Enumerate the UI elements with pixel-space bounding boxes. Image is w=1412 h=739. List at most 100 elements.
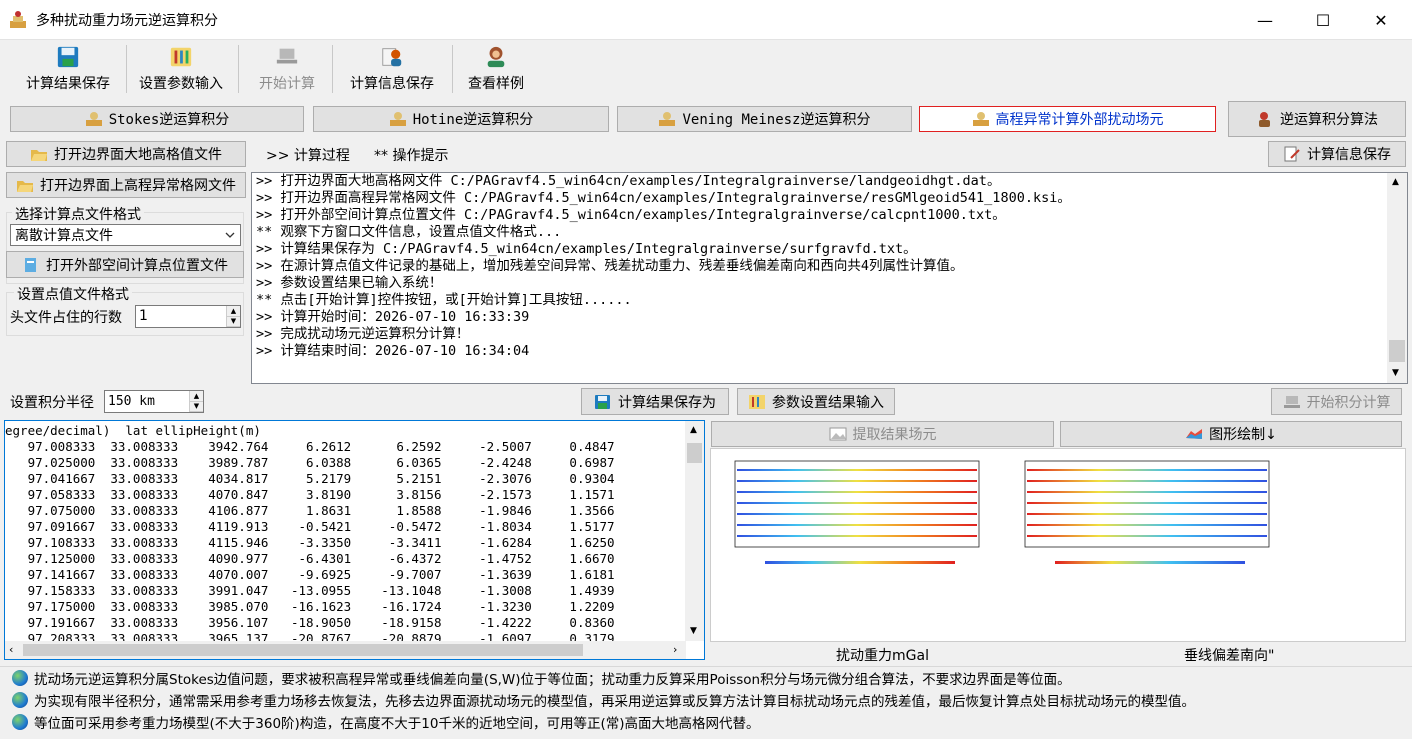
tab-stokes[interactable]: Stokes逆运算积分 bbox=[10, 106, 304, 132]
scroll-thumb[interactable] bbox=[23, 644, 583, 656]
notes-icon bbox=[1284, 146, 1300, 162]
log-tab-hint[interactable]: ** 操作提示 bbox=[374, 145, 448, 165]
table-row[interactable]: 97.108333 33.008333 4115.946 -3.3350 -3.… bbox=[5, 535, 685, 551]
table-row[interactable]: 97.041667 33.008333 4034.817 5.2179 5.21… bbox=[5, 471, 685, 487]
log-lines: >> 打开边界面大地高格网文件 C:/PAGravf4.5_win64cn/ex… bbox=[252, 173, 1407, 360]
data-table: egree/decimal) lat ellipHeight(m) 97.008… bbox=[5, 423, 685, 647]
scroll-up-icon[interactable]: ▲ bbox=[1392, 177, 1399, 187]
toolbar: 计算结果保存 设置参数输入 开始计算 计算信息保存 查看样例 bbox=[0, 41, 1412, 97]
table-row[interactable]: 97.125000 33.008333 4090.977 -6.4301 -6.… bbox=[5, 551, 685, 567]
tab-height-anomaly[interactable]: 高程异常计算外部扰动场元 bbox=[919, 106, 1216, 132]
log-line: >> 参数设置结果已输入系统！ bbox=[256, 275, 443, 291]
button-label: 提取结果场元 bbox=[852, 427, 937, 443]
point-format-label: 设置点值文件格式 bbox=[14, 284, 132, 304]
table-row[interactable]: 97.058333 33.008333 4070.847 3.8190 3.81… bbox=[5, 487, 685, 503]
log-panel[interactable]: >> 打开边界面大地高格网文件 C:/PAGravf4.5_win64cn/ex… bbox=[251, 172, 1408, 384]
chevron-down-icon bbox=[225, 232, 235, 238]
minimize-button[interactable]: — bbox=[1236, 0, 1294, 40]
table-row[interactable]: 97.075000 33.008333 4106.877 1.8631 1.85… bbox=[5, 503, 685, 519]
spin-down-icon[interactable]: ▼ bbox=[227, 316, 240, 327]
globe-icon bbox=[12, 692, 28, 708]
toolbar-separator bbox=[238, 45, 239, 93]
title-bar: 多种扰动重力场元逆运算积分 — ☐ ✕ bbox=[0, 0, 1412, 40]
save-results-tool-button[interactable]: 计算结果保存 bbox=[14, 45, 122, 97]
tab-label: Stokes逆运算积分 bbox=[108, 112, 230, 128]
tab-vening-meinesz[interactable]: Vening Meinesz逆运算积分 bbox=[617, 106, 912, 132]
format-select-value: 离散计算点文件 bbox=[15, 228, 113, 244]
table-row[interactable]: 97.008333 33.008333 3942.764 6.2612 6.25… bbox=[5, 439, 685, 455]
tab-label: 高程异常计算外部扰动场元 bbox=[995, 112, 1164, 128]
table-row[interactable]: 97.025000 33.008333 3989.787 6.0388 6.03… bbox=[5, 455, 685, 471]
view-examples-tool-button[interactable]: 查看样例 bbox=[458, 45, 534, 97]
scroll-up-icon[interactable]: ▲ bbox=[690, 425, 697, 435]
spin-up-icon[interactable]: ▲ bbox=[227, 306, 240, 317]
algorithm-button[interactable]: 逆运算积分算法 bbox=[1228, 101, 1406, 137]
laptop-icon bbox=[276, 48, 298, 64]
globe-icon bbox=[12, 714, 28, 730]
plot-button[interactable]: 图形绘制↓ bbox=[1060, 421, 1402, 447]
status-text: 扰动场元逆运算积分属Stokes边值问题，要求被积高程异常或垂线偏差向量(S,W… bbox=[34, 672, 1071, 688]
save-as-button[interactable]: 计算结果保存为 bbox=[581, 388, 729, 415]
floppy-disk-icon bbox=[57, 46, 79, 68]
spin-up-icon[interactable]: ▲ bbox=[190, 391, 203, 402]
data-table-panel[interactable]: egree/decimal) lat ellipHeight(m) 97.008… bbox=[4, 420, 705, 660]
sliders-icon bbox=[749, 394, 765, 409]
open-points-button[interactable]: 打开外部空间计算点位置文件 bbox=[6, 251, 244, 278]
app-icon bbox=[972, 112, 989, 126]
button-label: 打开外部空间计算点位置文件 bbox=[46, 257, 228, 274]
spin-arrows[interactable]: ▲ ▼ bbox=[189, 391, 203, 412]
close-button[interactable]: ✕ bbox=[1352, 0, 1410, 40]
table-row[interactable]: 97.175000 33.008333 3985.070 -16.1623 -1… bbox=[5, 599, 685, 615]
open-anomaly-button[interactable]: 打开边界面上高程异常格网文件 bbox=[6, 172, 246, 198]
log-line: >> 计算结果保存为 C:/PAGravf4.5_win64cn/example… bbox=[256, 241, 917, 257]
param-input-button[interactable]: 参数设置结果输入 bbox=[737, 388, 895, 415]
radius-label: 设置积分半径 bbox=[10, 395, 94, 411]
app-icon bbox=[10, 11, 26, 28]
scroll-thumb[interactable] bbox=[687, 443, 702, 463]
log-line: >> 计算开始时间：2026-07-10 16:33:39 bbox=[256, 309, 530, 325]
status-area: 扰动场元逆运算积分属Stokes边值问题，要求被积高程异常或垂线偏差向量(S,W… bbox=[0, 666, 1412, 739]
open-geoid-button[interactable]: 打开边界面大地高格值文件 bbox=[6, 141, 246, 167]
table-row[interactable]: 97.141667 33.008333 4070.007 -9.6925 -9.… bbox=[5, 567, 685, 583]
start-calc-tool-button[interactable]: 开始计算 bbox=[244, 45, 330, 97]
set-params-tool-button[interactable]: 设置参数输入 bbox=[130, 45, 232, 97]
start-integral-button[interactable]: 开始积分计算 bbox=[1271, 388, 1402, 415]
tab-hotine[interactable]: Hotine逆运算积分 bbox=[313, 106, 609, 132]
tool-label: 设置参数输入 bbox=[139, 76, 223, 92]
table-row[interactable]: 97.191667 33.008333 3956.107 -18.9050 -1… bbox=[5, 615, 685, 631]
radius-spinbox[interactable]: 150 km ▲ ▼ bbox=[104, 390, 204, 413]
person-icon bbox=[1259, 112, 1270, 127]
spin-arrows[interactable]: ▲ ▼ bbox=[226, 306, 240, 327]
maximize-button[interactable]: ☐ bbox=[1294, 0, 1352, 40]
scroll-right-icon[interactable]: › bbox=[673, 643, 677, 656]
log-tab-process[interactable]: >> 计算过程 bbox=[266, 145, 350, 165]
scroll-thumb[interactable] bbox=[1389, 340, 1405, 362]
button-label: 开始积分计算 bbox=[1306, 394, 1391, 411]
format-select[interactable]: 离散计算点文件 bbox=[10, 224, 241, 246]
plot-canvas[interactable] bbox=[710, 448, 1406, 642]
tool-label: 计算结果保存 bbox=[26, 76, 110, 92]
scroll-down-icon[interactable]: ▼ bbox=[1392, 368, 1399, 378]
status-line: 扰动场元逆运算积分属Stokes边值问题，要求被积高程异常或垂线偏差向量(S,W… bbox=[0, 667, 1412, 689]
spin-down-icon[interactable]: ▼ bbox=[190, 401, 203, 412]
header-rows-spinbox[interactable]: 1 ▲ ▼ bbox=[135, 305, 241, 328]
button-label: 图形绘制↓ bbox=[1209, 427, 1277, 443]
tool-label: 开始计算 bbox=[259, 76, 315, 92]
button-label: 打开边界面上高程异常格网文件 bbox=[40, 178, 236, 194]
status-line: 等位面可采用参考重力场模型(不大于360阶)构造，在高度不大于10千米的近地空间… bbox=[0, 711, 1412, 733]
toolbar-separator bbox=[332, 45, 333, 93]
tab-label: Vening Meinesz逆运算积分 bbox=[682, 112, 871, 128]
scroll-down-icon[interactable]: ▼ bbox=[690, 626, 697, 636]
save-info-tool-button[interactable]: 计算信息保存 bbox=[338, 45, 446, 97]
log-scrollbar[interactable]: ▲ ▼ bbox=[1387, 173, 1407, 383]
table-row[interactable]: 97.091667 33.008333 4119.913 -0.5421 -0.… bbox=[5, 519, 685, 535]
extract-results-button[interactable]: 提取结果场元 bbox=[711, 421, 1054, 447]
table-vscrollbar[interactable]: ▲ ▼ bbox=[685, 421, 704, 641]
table-hscrollbar[interactable]: ‹ › bbox=[5, 641, 686, 659]
table-row[interactable]: 97.158333 33.008333 3991.047 -13.0955 -1… bbox=[5, 583, 685, 599]
scroll-left-icon[interactable]: ‹ bbox=[9, 643, 13, 656]
save-info-button[interactable]: 计算信息保存 bbox=[1268, 141, 1406, 167]
log-line: >> 打开边界面高程异常格网文件 C:/PAGravf4.5_win64cn/e… bbox=[256, 190, 1071, 206]
image-icon bbox=[829, 427, 846, 441]
floppy-disk-icon bbox=[595, 394, 610, 409]
